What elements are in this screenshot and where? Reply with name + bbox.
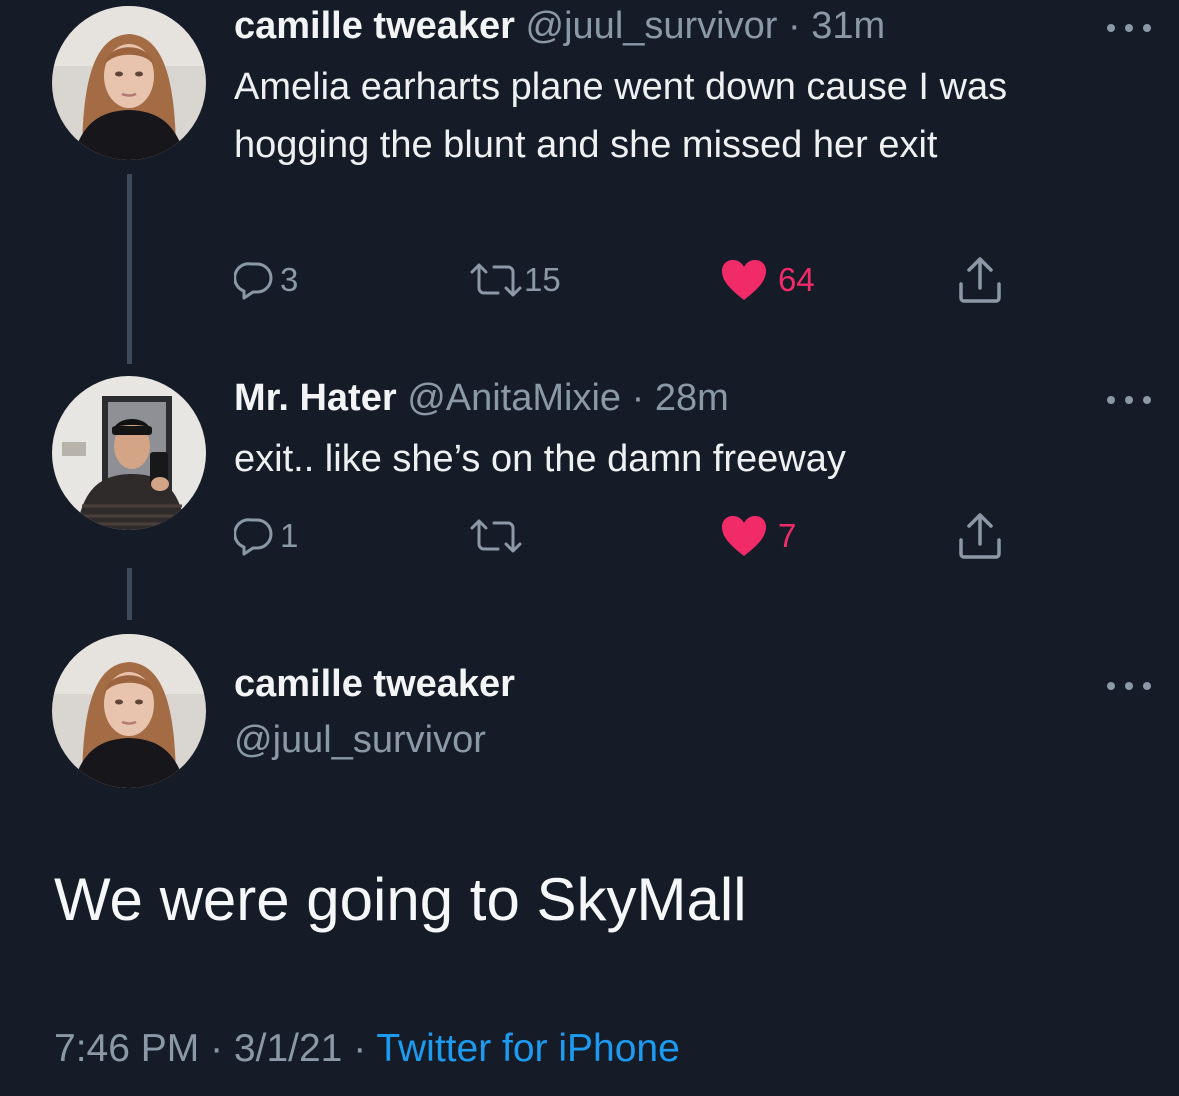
tweet-text: exit.. like she’s on the damn freeway	[234, 438, 846, 480]
reply-button[interactable]: 1	[234, 508, 298, 564]
share-icon	[956, 512, 1004, 560]
tweet-source-link[interactable]: Twitter for iPhone	[376, 1027, 679, 1070]
reply-count: 3	[280, 261, 299, 298]
retweet-button[interactable]	[468, 508, 530, 564]
display-name[interactable]: camille tweaker	[234, 5, 515, 47]
avatar-image	[52, 376, 206, 530]
handle-text: @juul_survivor	[234, 719, 486, 761]
retweet-count: 15	[524, 261, 561, 298]
avatar-image	[52, 6, 206, 160]
handle[interactable]: @AnitaMixie	[407, 377, 621, 419]
avatar[interactable]	[52, 376, 206, 530]
heart-icon	[720, 258, 768, 302]
tweet-header: Mr. Hater @AnitaMixie · 28m	[234, 374, 729, 422]
tweet-time[interactable]: 7:46 PM	[54, 1027, 199, 1070]
separator-dot: ·	[353, 1027, 377, 1070]
tweet-date[interactable]: 3/1/21	[234, 1027, 342, 1070]
display-name[interactable]: Mr. Hater	[234, 377, 397, 419]
display-name[interactable]: camille tweaker	[234, 660, 515, 708]
thread-connector	[127, 568, 132, 620]
heart-icon	[720, 514, 768, 558]
tweet-actions: 1 7	[234, 508, 1034, 564]
avatar[interactable]	[52, 6, 206, 160]
like-button[interactable]: 7	[720, 508, 796, 564]
more-icon[interactable]	[1104, 676, 1154, 696]
timestamp[interactable]: · 28m	[632, 377, 729, 419]
tweet-text: Amelia earharts plane went down cause I …	[234, 66, 1008, 166]
share-button[interactable]	[956, 508, 1004, 564]
reply-button[interactable]: 3	[234, 252, 298, 308]
reply-icon	[234, 516, 274, 556]
tweet-actions: 3 15 64	[234, 252, 1034, 308]
tweet-text: We were going to SkyMall	[54, 866, 747, 933]
retweet-icon	[468, 516, 524, 556]
tweet-meta: 7:46 PM · 3/1/21 · Twitter for iPhone	[54, 1022, 680, 1076]
reply-count: 1	[280, 517, 299, 554]
display-name-text: camille tweaker	[234, 663, 515, 705]
timestamp[interactable]: · 31m	[788, 5, 885, 47]
like-count: 7	[778, 517, 797, 554]
share-button[interactable]	[956, 252, 1004, 308]
handle[interactable]: @juul_survivor	[234, 716, 486, 764]
share-icon	[956, 256, 1004, 304]
like-button[interactable]: 64	[720, 252, 815, 308]
avatar[interactable]	[52, 634, 206, 788]
like-count: 64	[778, 261, 815, 298]
thread-connector	[127, 174, 132, 364]
more-icon[interactable]	[1104, 18, 1154, 38]
separator-dot: ·	[210, 1027, 234, 1070]
avatar-image	[52, 634, 206, 788]
more-icon[interactable]	[1104, 390, 1154, 410]
handle[interactable]: @juul_survivor	[526, 5, 778, 47]
retweet-button[interactable]: 15	[468, 252, 561, 308]
retweet-icon	[468, 260, 524, 300]
reply-icon	[234, 260, 274, 300]
tweet-header: camille tweaker @juul_survivor · 31m	[234, 2, 885, 50]
